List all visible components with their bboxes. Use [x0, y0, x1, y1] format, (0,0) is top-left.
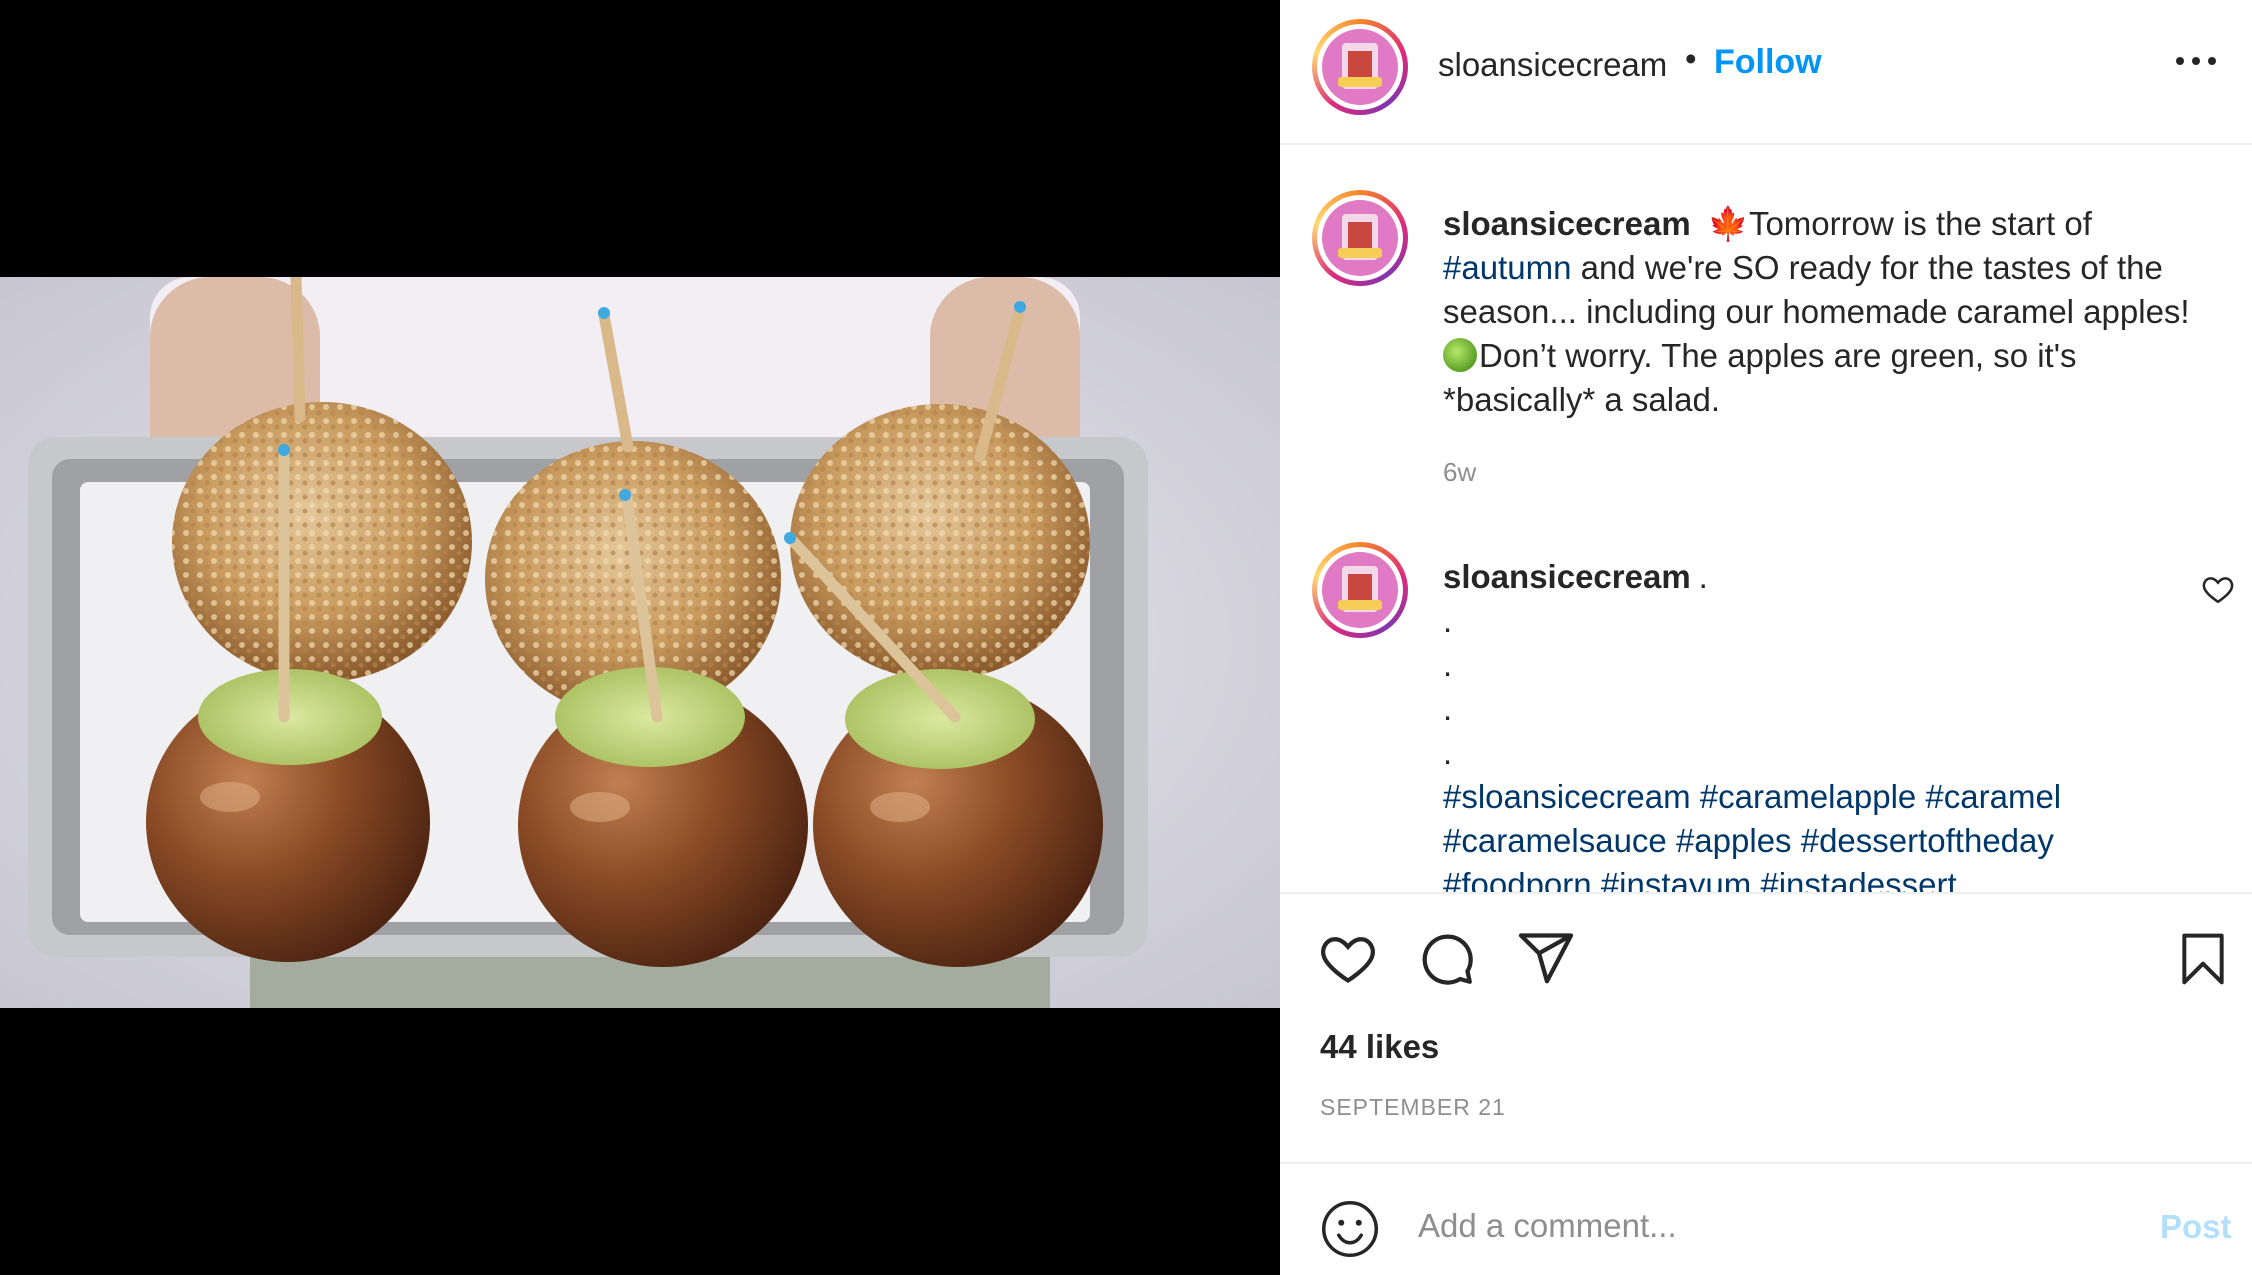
caption-username[interactable]: sloansicecream — [1443, 205, 1691, 242]
logo-icon — [1322, 29, 1398, 105]
post-media[interactable] — [0, 0, 1280, 1275]
comment-icon[interactable] — [1416, 928, 1476, 988]
heart-icon[interactable] — [1318, 928, 1378, 988]
comment-dot: . — [1443, 734, 1453, 771]
logo-icon — [1322, 552, 1398, 628]
likes-count[interactable]: 44 likes — [1320, 1028, 1439, 1066]
emoji-smiley-icon[interactable] — [1320, 1199, 1380, 1259]
caption-timestamp[interactable]: 6w — [1443, 457, 1476, 488]
follow-button[interactable]: Follow — [1714, 43, 1822, 82]
post-side-panel: sloansicecream • Follow sloansicecream 🍁… — [1280, 0, 2252, 1275]
comment-dot: . — [1443, 690, 1453, 727]
comment-dot: . — [1443, 646, 1453, 683]
maple-leaf-icon: 🍁 — [1707, 205, 1749, 242]
paper-plane-icon[interactable] — [1516, 928, 1576, 988]
comment-avatar[interactable] — [1312, 542, 1408, 638]
logo-icon — [1322, 200, 1398, 276]
caption-text: Tomorrow is the start of — [1748, 205, 2092, 242]
bookmark-icon[interactable] — [2175, 928, 2231, 990]
comment-username[interactable]: sloansicecream — [1443, 558, 1691, 595]
post-actions: 44 likes SEPTEMBER 21 — [1280, 892, 2252, 1164]
comments-list[interactable]: sloansicecream 🍁Tomorrow is the start of… — [1280, 145, 2252, 892]
caption-hashtag[interactable]: #autumn — [1443, 249, 1571, 286]
post-comment-button[interactable]: Post — [2160, 1208, 2232, 1246]
post-caption: sloansicecream 🍁Tomorrow is the start of… — [1443, 202, 2213, 422]
comment-dot: . — [1443, 602, 1453, 639]
post-date[interactable]: SEPTEMBER 21 — [1320, 1094, 1506, 1121]
post-photo[interactable] — [0, 277, 1280, 1008]
add-comment-bar: Post — [1280, 1162, 2252, 1277]
comment-hashtags[interactable]: #sloansicecream #caramelapple #caramel #… — [1443, 778, 2061, 892]
comment-like-heart-icon[interactable] — [2201, 572, 2235, 606]
green-apple-icon — [1443, 338, 1477, 372]
caption-avatar[interactable] — [1312, 190, 1408, 286]
caption-text-end: Don’t worry. The apples are green, so it… — [1443, 337, 2077, 418]
more-horizontal-icon[interactable] — [2176, 50, 2220, 70]
header-separator: • — [1685, 40, 1697, 77]
avatar[interactable] — [1312, 19, 1408, 115]
comment-dot: . — [1698, 558, 1708, 595]
header-username[interactable]: sloansicecream — [1438, 46, 1667, 84]
comment: sloansicecream. . . . . #sloansicecream … — [1443, 555, 2143, 892]
comment-input[interactable] — [1418, 1194, 2078, 1258]
post-header: sloansicecream • Follow — [1280, 0, 2252, 145]
